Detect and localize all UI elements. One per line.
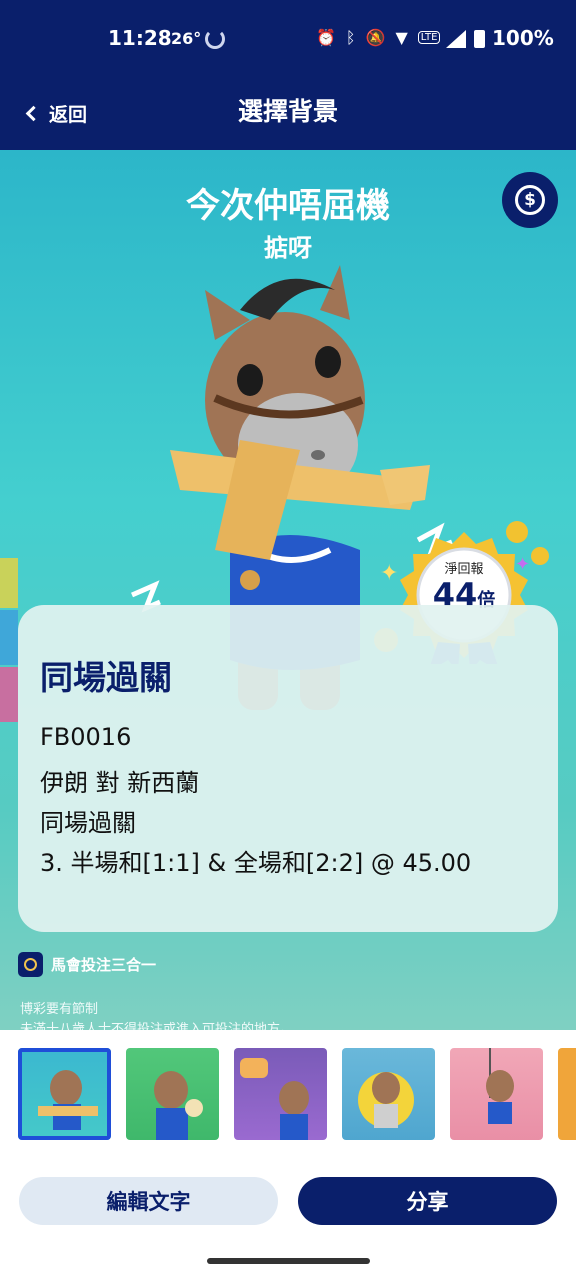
thumbnail-horse-snack[interactable] xyxy=(126,1048,219,1140)
brand-row: 馬會投注三合一 xyxy=(18,952,156,977)
bet-selection: 3. 半場和[1:1] & 全場和[2:2] @ 45.00 xyxy=(40,849,472,877)
mute-icon: 🔕 xyxy=(365,28,386,47)
home-indicator[interactable] xyxy=(207,1258,370,1264)
wifi-icon: ▼ xyxy=(395,28,408,47)
reward-button[interactable]: $ xyxy=(502,172,558,228)
background-preview: 今次仲唔屈機 掂呀 $ ✦ ✦ 淨回報 44倍 同場過關 FB0016 伊朗 對… xyxy=(0,150,576,1030)
disclaimer-line-2: 未滿十八歲人士不得投注或進入可投注的地方。 xyxy=(20,1022,294,1030)
thumbnail-horse-partial[interactable] xyxy=(558,1048,576,1140)
status-bar: 11:28 26° ⏰ ᛒ 🔕 ▼ LTE 100% xyxy=(0,26,576,56)
disclaimer-line-1: 博彩要有節制 xyxy=(20,1002,99,1017)
bet-match: 伊朗 對 新西蘭 xyxy=(40,769,200,797)
thumbnail-horse-plane-art xyxy=(38,1070,98,1130)
alarm-icon: ⏰ xyxy=(316,28,336,47)
background-thumbnails xyxy=(0,1030,576,1160)
signal-icon xyxy=(446,30,466,48)
thumbnail-horse-swing[interactable] xyxy=(450,1048,543,1140)
badge-label: 淨回報 xyxy=(444,562,484,577)
thumbnail-horse-snack-art xyxy=(154,1071,203,1140)
thumbnail-horse-swing-art xyxy=(486,1048,514,1124)
reward-ribbon-icon: $ xyxy=(515,185,545,215)
share-button[interactable]: 分享 xyxy=(298,1177,557,1225)
bet-code: FB0016 xyxy=(40,723,132,751)
page-title: 選擇背景 xyxy=(237,97,338,126)
bet-type: 同場過關 xyxy=(40,809,136,837)
edit-text-button[interactable]: 編輯文字 xyxy=(19,1177,278,1225)
hkjc-logo-icon xyxy=(18,952,43,977)
thumbnail-horse-ball[interactable] xyxy=(342,1048,435,1140)
thumbnail-horse-lantern-art xyxy=(240,1058,309,1140)
bluetooth-icon: ᛒ xyxy=(345,28,356,47)
volte-icon: LTE xyxy=(417,31,441,44)
brand-name: 馬會投注三合一 xyxy=(51,956,157,974)
thumbnail-horse-lantern[interactable] xyxy=(234,1048,327,1140)
status-icons: ⏰ ᛒ 🔕 ▼ LTE xyxy=(316,28,441,47)
loading-spinner-icon xyxy=(205,29,225,49)
status-temperature: 26° xyxy=(171,29,202,48)
header-bar: 11:28 26° ⏰ ᛒ 🔕 ▼ LTE 100% 返回 選擇背景 xyxy=(0,0,576,150)
hero-title: 今次仲唔屈機 xyxy=(186,186,390,226)
battery-level: 100% xyxy=(492,26,554,50)
thumbnail-horse-plane[interactable] xyxy=(18,1048,111,1140)
battery-icon xyxy=(474,30,485,48)
status-time: 11:28 xyxy=(108,26,172,50)
svg-text:✦: ✦ xyxy=(380,561,398,586)
bet-card-title: 同場過關 xyxy=(40,658,172,697)
bet-card: 同場過關 FB0016 伊朗 對 新西蘭 同場過關 3. 半場和[1:1] & … xyxy=(18,605,558,932)
thumbnail-horse-ball-art xyxy=(358,1072,414,1128)
